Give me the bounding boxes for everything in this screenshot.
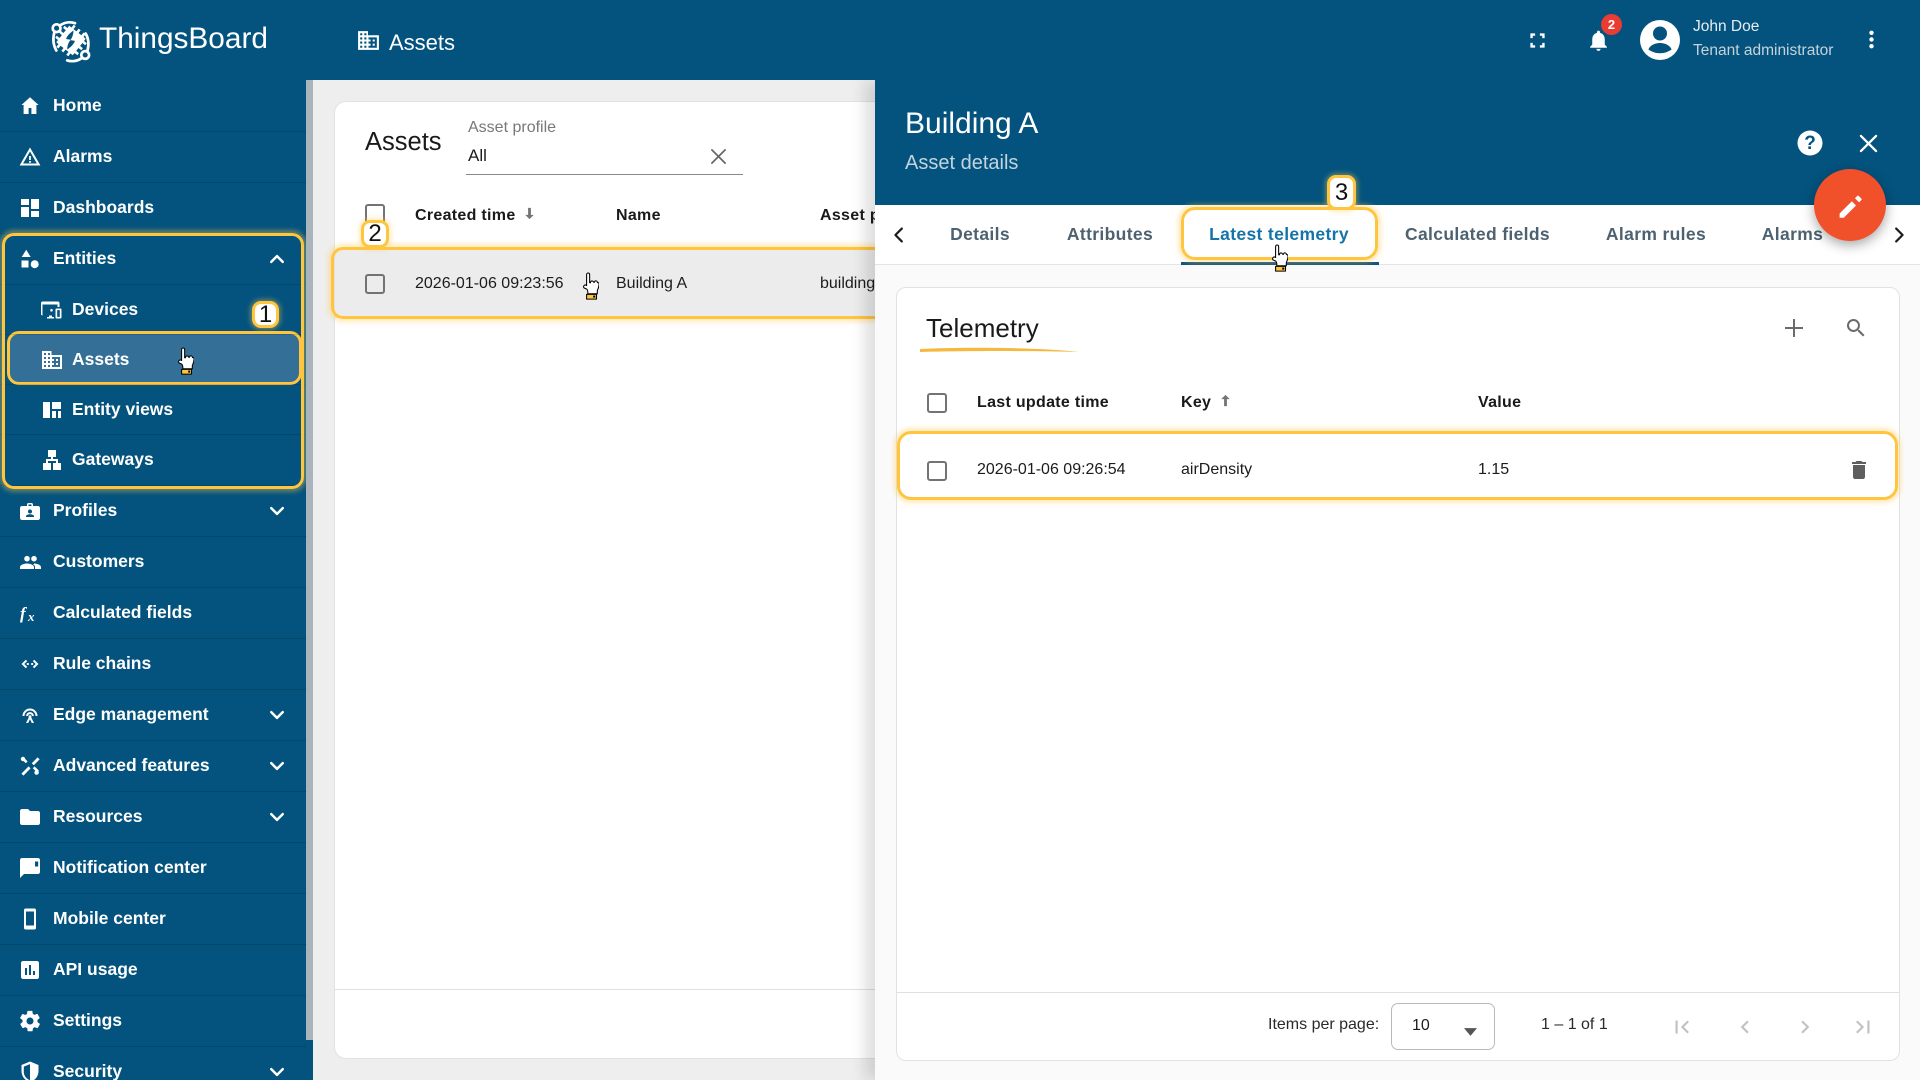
svg-text:x: x <box>27 609 35 624</box>
svg-text:?: ? <box>1804 133 1816 154</box>
svg-text:f: f <box>20 604 28 623</box>
